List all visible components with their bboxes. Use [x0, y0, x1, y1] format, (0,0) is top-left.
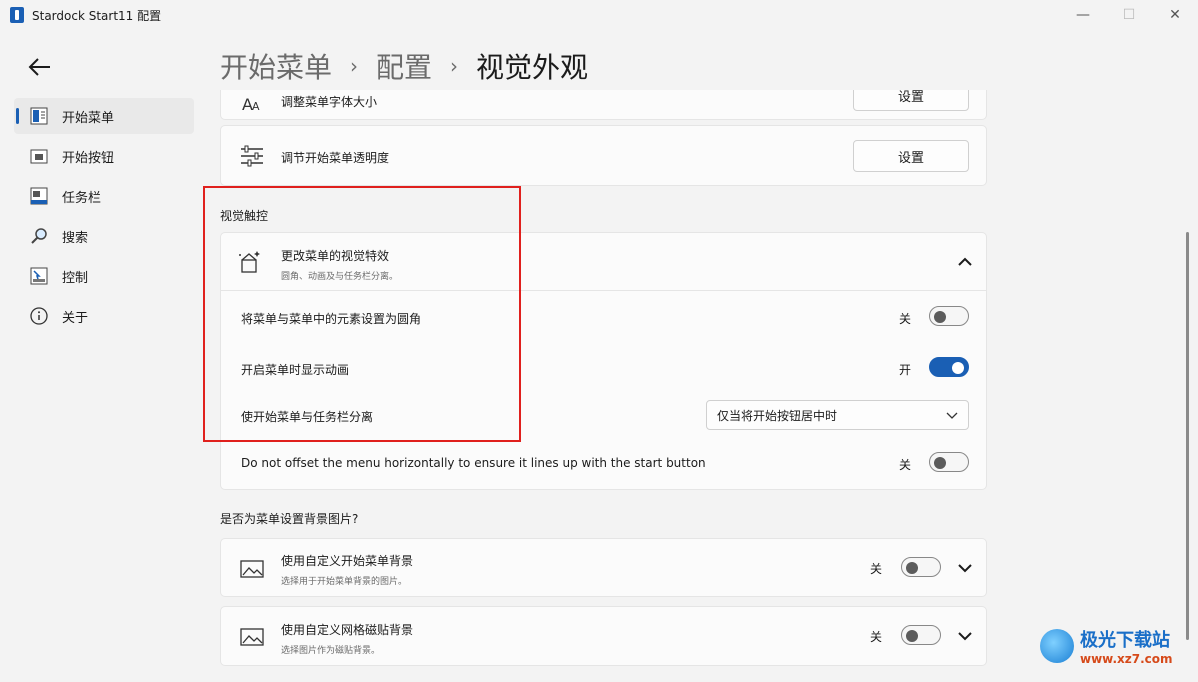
start-menu-icon [30, 107, 48, 125]
sidebar-item-search[interactable]: 搜索 [14, 218, 194, 254]
animation-label: 开启菜单时显示动画 [241, 363, 350, 377]
toggle-knob [906, 562, 918, 574]
sidebar-item-about[interactable]: 关于 [14, 298, 194, 334]
sidebar-item-label: 开始按钮 [62, 150, 115, 166]
tile-background-subtitle: 选择图片作为磁贴背景。 [281, 646, 381, 656]
control-icon [30, 267, 48, 285]
sidebar-item-control[interactable]: 控制 [14, 258, 194, 294]
offset-label: Do not offset the menu horizontally to e… [241, 456, 706, 470]
page-title: 视觉外观 [476, 51, 589, 84]
sidebar-item-label: 关于 [62, 310, 89, 326]
tile-background-title: 使用自定义网格磁贴背景 [281, 623, 414, 637]
watermark-title: 极光下载站 [1080, 630, 1170, 651]
watermark-logo-icon [1040, 629, 1074, 663]
dropdown-selected-value: 仅当将开始按钮居中时 [717, 408, 838, 423]
breadcrumb-start-menu[interactable]: 开始菜单 [220, 46, 332, 86]
search-icon [30, 227, 48, 245]
chevron-down-icon[interactable] [955, 626, 975, 646]
sliders-icon [239, 143, 265, 169]
sidebar-item-label: 任务栏 [62, 190, 102, 206]
rounded-corners-state: 关 [899, 312, 912, 326]
tile-background-state: 关 [870, 630, 883, 644]
font-size-icon: AA [239, 91, 265, 117]
transparency-setting-button[interactable]: 设置 [853, 140, 969, 172]
offset-state: 关 [899, 458, 912, 472]
start-background-title: 使用自定义开始菜单背景 [281, 554, 414, 568]
tile-background-toggle[interactable] [901, 625, 941, 645]
toggle-knob [952, 362, 964, 374]
tile-background-card[interactable]: 使用自定义网格磁贴背景 选择图片作为磁贴背景。 关 [220, 606, 987, 666]
watermark-url: www.xz7.com [1080, 652, 1173, 666]
close-button[interactable]: ✕ [1152, 0, 1198, 30]
image-icon [239, 556, 265, 582]
animation-toggle[interactable] [929, 357, 969, 377]
sidebar-item-label: 控制 [62, 270, 89, 286]
visual-effects-title: 更改菜单的视觉特效 [281, 249, 390, 263]
info-icon [30, 307, 48, 325]
toggle-knob [934, 311, 946, 323]
start-background-card[interactable]: 使用自定义开始菜单背景 选择用于开始菜单背景的图片。 关 [220, 538, 987, 597]
back-button[interactable] [26, 54, 54, 80]
font-size-card: AA 调整菜单字体大小 设置 [220, 90, 987, 120]
rounded-corners-label: 将菜单与菜单中的元素设置为圆角 [241, 312, 422, 326]
image-icon [239, 624, 265, 650]
sidebar-item-label: 开始菜单 [62, 110, 115, 126]
svg-text:A: A [252, 100, 260, 113]
minimize-button[interactable]: — [1060, 0, 1106, 30]
sidebar-item-start-button[interactable]: 开始按钮 [14, 138, 194, 174]
title-bar: Stardock Start11 配置 — ☐ ✕ [0, 0, 1198, 30]
start-button-icon [30, 147, 48, 165]
taskbar-icon [30, 187, 48, 205]
font-size-setting-button[interactable]: 设置 [853, 90, 969, 111]
visual-effects-header[interactable]: 更改菜单的视觉特效 圆角、动画及与任务栏分离。 [221, 233, 986, 291]
maximize-button[interactable]: ☐ [1106, 0, 1152, 30]
offset-toggle[interactable] [929, 452, 969, 472]
animation-state: 开 [899, 363, 912, 377]
breadcrumb-separator: › [450, 54, 459, 78]
scrollbar[interactable] [1186, 232, 1189, 640]
watermark: 极光下载站 www.xz7.com [1040, 626, 1173, 666]
start-background-toggle[interactable] [901, 557, 941, 577]
app-logo-icon [10, 7, 24, 23]
back-arrow-icon [28, 58, 50, 76]
start-background-state: 关 [870, 562, 883, 576]
separate-taskbar-label: 使开始菜单与任务栏分离 [241, 410, 374, 424]
start-background-subtitle: 选择用于开始菜单背景的图片。 [281, 577, 408, 587]
rounded-corners-toggle[interactable] [929, 306, 969, 326]
font-size-label: 调整菜单字体大小 [281, 95, 378, 109]
window-title: Stardock Start11 配置 [32, 8, 162, 23]
visual-effects-card: 更改菜单的视觉特效 圆角、动画及与任务栏分离。 将菜单与菜单中的元素设置为圆角 … [220, 232, 987, 490]
breadcrumb-config[interactable]: 配置 [376, 46, 432, 86]
breadcrumb: 开始菜单 › 配置 › 视觉外观 [220, 46, 588, 86]
window-controls: — ☐ ✕ [1060, 0, 1198, 30]
separate-taskbar-dropdown[interactable]: 仅当将开始按钮居中时 [706, 400, 969, 430]
chevron-up-icon[interactable] [955, 252, 975, 272]
transparency-label: 调节开始菜单透明度 [281, 151, 390, 165]
settings-content: AA 调整菜单字体大小 设置 调节开始菜单透明度 设置 视觉触控 更改菜单的视觉… [220, 90, 987, 682]
sidebar-item-start-menu[interactable]: 开始菜单 [14, 98, 194, 134]
background-section-title: 是否为菜单设置背景图片? [220, 512, 359, 526]
chevron-down-icon[interactable] [955, 558, 975, 578]
sidebar-nav: 开始菜单 开始按钮 任务栏 搜索 控制 关于 [14, 98, 194, 338]
sidebar-item-taskbar[interactable]: 任务栏 [14, 178, 194, 214]
toggle-knob [934, 457, 946, 469]
visual-section-title: 视觉触控 [220, 209, 269, 223]
toggle-knob [906, 630, 918, 642]
breadcrumb-separator: › [350, 54, 359, 78]
chevron-down-icon [946, 409, 958, 423]
sidebar-item-label: 搜索 [62, 230, 89, 246]
visual-effects-subtitle: 圆角、动画及与任务栏分离。 [281, 272, 399, 282]
transparency-card: 调节开始菜单透明度 设置 [220, 125, 987, 186]
sparkle-icon [237, 249, 263, 275]
